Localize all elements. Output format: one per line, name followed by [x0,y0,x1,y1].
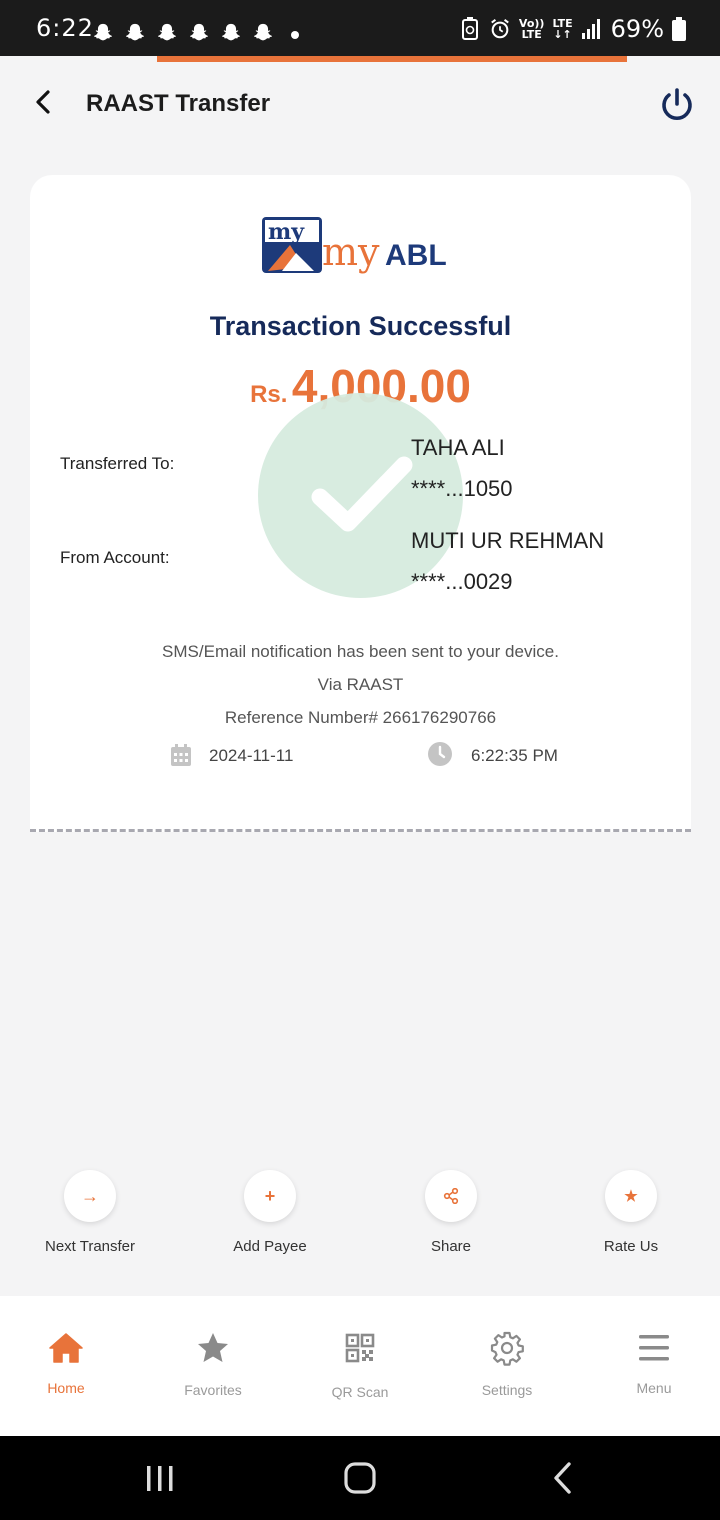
next-transfer-label: Next Transfer [44,1238,136,1255]
status-time: 6:22 [36,14,94,42]
lte-data-indicator: LTE ↓↑ [552,18,572,40]
recent-apps-icon[interactable] [142,1460,178,1496]
battery-saver-icon [461,17,478,40]
logout-power-icon[interactable] [658,86,696,124]
notification-message: SMS/Email notification has been sent to … [162,642,559,661]
rate-us-button[interactable]: ★ Rate Us [551,1170,711,1255]
share-icon[interactable] [425,1170,477,1222]
snapchat-icon [253,23,273,41]
back-arrow-icon[interactable] [28,86,60,118]
svg-text:my: my [322,230,380,274]
sender-account: ****...0029 [411,569,513,594]
transaction-status-title: Transaction Successful [209,311,512,341]
battery-icon [672,17,686,41]
gear-icon [490,1331,524,1366]
nav-settings-label: Settings [481,1382,533,1398]
transaction-time: 6:22:35 PM [471,746,558,765]
myabl-logo: my my ABL [262,217,447,274]
star-icon [198,1333,228,1362]
transferred-to-label: Transferred To: [60,454,175,473]
bottom-navigation: Home Favorites QR Scan Settings Menu [0,1296,720,1436]
volte-indicator: Vo)) LTE [519,18,545,40]
snapchat-icon [93,23,113,41]
star-icon[interactable]: ★ [605,1170,657,1222]
snapchat-icon [157,23,177,41]
from-account-label: From Account: [60,548,170,567]
nav-qr-scan[interactable]: QR Scan [300,1330,420,1400]
sender-name: MUTI UR REHMAN [411,528,605,553]
nav-qr-scan-label: QR Scan [331,1384,389,1400]
arrow-right-icon[interactable]: → [64,1170,116,1222]
snapchat-icon [125,23,145,41]
lte-label: LTE [521,28,542,41]
svg-text:my: my [268,219,305,245]
nav-home-label: Home [47,1380,85,1396]
snapchat-icon [189,23,209,41]
receipt-card: my my ABL Transaction Successful Rs. 4,0… [30,175,691,832]
svg-text:ABL: ABL [385,239,447,272]
battery-percent: 69% [610,15,664,43]
home-system-icon[interactable] [342,1460,378,1496]
calendar-icon [171,744,191,766]
transaction-date: 2024-11-11 [209,746,294,765]
nav-favorites-label: Favorites [184,1382,242,1398]
add-payee-button[interactable]: + Add Payee [190,1170,350,1255]
payee-account: ****...1050 [411,476,513,501]
currency-label: Rs. [250,381,288,408]
home-icon [49,1333,83,1363]
clock-icon [428,742,452,766]
nav-home[interactable]: Home [6,1330,126,1396]
data-arrows-icon: ↓↑ [553,28,572,41]
share-glyph-icon [443,1188,459,1204]
checkmark-icon [311,456,413,532]
alarm-icon [491,19,509,39]
more-notifications-dot [291,31,299,39]
back-system-icon[interactable] [545,1460,581,1496]
payee-name: TAHA ALI [411,435,505,460]
nav-favorites[interactable]: Favorites [153,1330,273,1398]
rate-us-label: Rate Us [603,1238,659,1255]
reference-number: Reference Number# 266176290766 [224,708,497,727]
status-right: Vo)) LTE LTE ↓↑ 69% [459,15,686,43]
nav-menu-label: Menu [636,1380,672,1396]
nav-menu[interactable]: Menu [594,1330,714,1396]
signal-icon [581,19,600,39]
hamburger-menu-icon [639,1335,669,1361]
app-header: RAAST Transfer [0,62,720,150]
add-payee-label: Add Payee [233,1238,307,1255]
share-button[interactable]: Share [371,1170,531,1255]
qr-code-icon [345,1333,375,1363]
plus-icon[interactable]: + [244,1170,296,1222]
system-navigation-bar [0,1436,720,1520]
notification-icons [92,22,274,44]
status-bar: 6:22 Vo)) LTE LTE ↓↑ 69% [0,0,720,56]
next-transfer-button[interactable]: → Next Transfer [10,1170,170,1255]
share-label: Share [430,1238,472,1255]
page-title: RAAST Transfer [86,90,271,117]
snapchat-icon [221,23,241,41]
nav-settings[interactable]: Settings [447,1330,567,1398]
transfer-channel: Via RAAST [317,675,404,694]
